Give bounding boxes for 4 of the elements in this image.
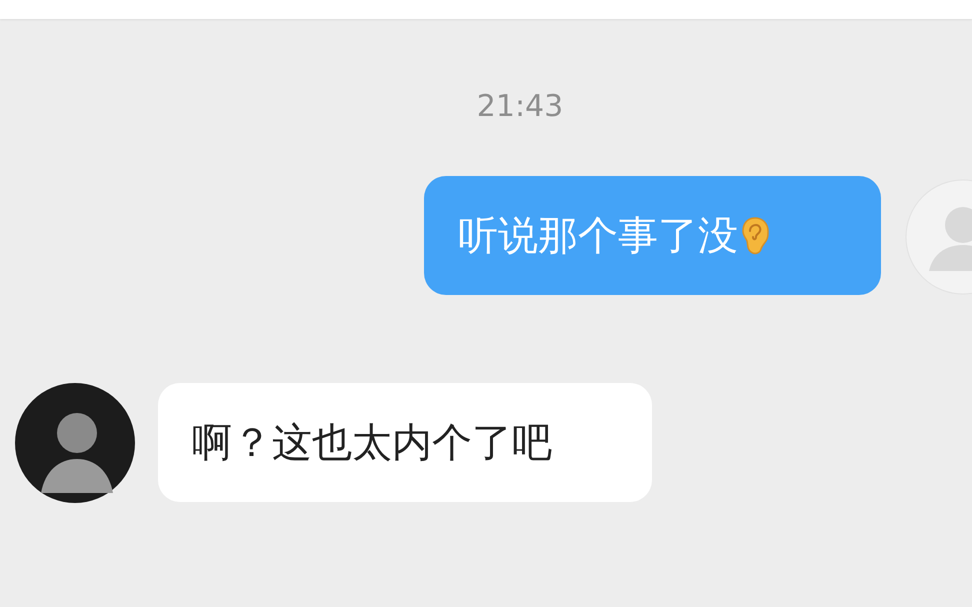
timestamp: 21:43 (476, 88, 564, 126)
ear-icon (740, 216, 770, 256)
message-bubble: 啊？这也太内个了吧 (158, 383, 652, 502)
message-bubble: 听说那个事了没 (424, 176, 881, 295)
